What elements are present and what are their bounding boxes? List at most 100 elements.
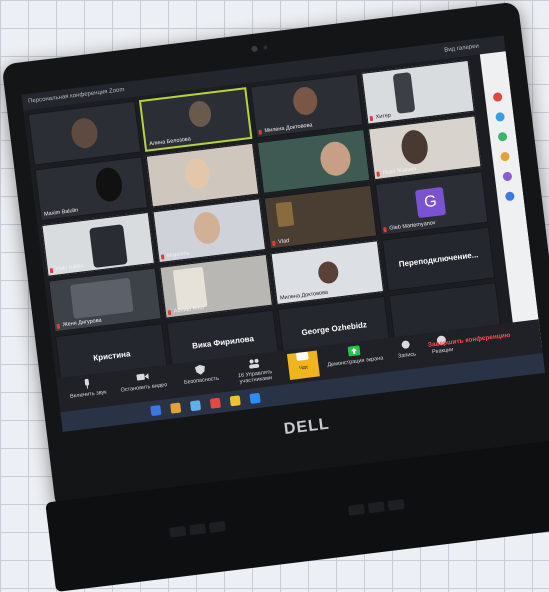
app-icon[interactable]	[495, 111, 506, 122]
mic-muted-icon	[49, 268, 54, 274]
stop-video-button[interactable]: Остановить видео	[116, 369, 170, 394]
participant-video	[187, 99, 213, 129]
participant-name: Марсель	[166, 250, 190, 259]
participant-video	[399, 128, 430, 166]
mic-muted-icon	[376, 171, 380, 177]
app-icon[interactable]	[502, 171, 513, 182]
participant-video	[69, 116, 100, 150]
participant-name: Женя Дигурова	[62, 317, 102, 329]
stop-video-label: Остановить видео	[120, 381, 168, 394]
participant-name: George Ozhebidz	[300, 319, 368, 337]
participant-name: Gleb Martemyanov	[389, 220, 436, 232]
share-screen-button[interactable]: Демонстрация экрана	[323, 342, 387, 368]
laptop: Персональная конференция Zoom Вид галере…	[0, 0, 549, 592]
app-icon[interactable]	[497, 131, 508, 142]
participant-tile[interactable]: Милена Доктовова	[250, 73, 364, 139]
mic-muted-icon	[383, 227, 387, 233]
participants-icon	[249, 358, 260, 369]
participant-tile[interactable]	[256, 129, 371, 194]
record-button[interactable]: Запись	[390, 338, 422, 361]
app-icon[interactable]	[209, 397, 221, 409]
security-label: Безопасность	[183, 375, 220, 386]
keyboard-key	[169, 525, 187, 538]
unmute-button[interactable]: Включить звук	[61, 376, 115, 401]
laptop-screen: Персональная конференция Zoom Вид галере…	[21, 35, 546, 433]
participant-tile[interactable]	[145, 142, 260, 208]
folder-icon[interactable]	[170, 402, 182, 414]
keyboard-key	[347, 503, 365, 516]
participant-tile[interactable]: Hala Nikitin	[41, 211, 155, 277]
participant-tile[interactable]: Лера Жакова	[368, 115, 482, 181]
microphone-icon	[84, 378, 90, 389]
participant-tile[interactable]: Женя Дигурова	[48, 267, 162, 333]
security-button[interactable]: Безопасность	[174, 362, 228, 387]
participant-tile[interactable]: Переподключение...	[381, 226, 496, 292]
chrome-icon[interactable]	[229, 395, 241, 407]
participant-tile[interactable]: G Gleb Martemyanov	[374, 170, 489, 236]
wall-picture	[275, 201, 295, 228]
participant-tile-active[interactable]: Алина Белозова	[138, 87, 253, 152]
gallery-view-button[interactable]: Вид галереи	[443, 39, 479, 59]
mic-muted-icon	[258, 129, 262, 135]
reactions-label: Реакции	[431, 346, 454, 356]
share-screen-icon	[347, 345, 361, 357]
keyboard-key	[367, 501, 385, 514]
app-icon[interactable]	[499, 151, 511, 162]
participant-video	[392, 71, 416, 114]
participant-video	[317, 260, 340, 285]
webcam	[251, 45, 258, 53]
participant-tile[interactable]	[27, 100, 142, 166]
mail-icon[interactable]	[189, 400, 202, 412]
participant-name: Лера Жакова	[382, 166, 417, 177]
participant-video	[291, 85, 319, 117]
chat-button[interactable]: Чат	[286, 350, 320, 380]
manage-participants-button[interactable]: 16 Управлять участниками	[223, 355, 286, 387]
participant-name: Maxim Balulin	[43, 207, 79, 218]
participant-name: Vlad	[277, 238, 290, 246]
participant-video	[89, 224, 128, 269]
video-gallery: Алина Белозова Милена Доктовова Хитер Ma…	[27, 59, 505, 388]
participant-video	[93, 166, 124, 204]
mic-muted-icon	[272, 240, 276, 247]
dell-logo: DELL	[283, 415, 331, 438]
mic-muted-icon	[56, 323, 61, 329]
participant-name: Алина Белозова	[148, 136, 192, 148]
zoom-icon[interactable]	[249, 392, 261, 404]
participant-video	[192, 210, 222, 246]
participant-tile[interactable]: Maxim Balulin	[34, 156, 149, 222]
participant-avatar: G	[414, 186, 447, 219]
participant-name: Вика Фирилова	[191, 333, 255, 351]
participant-name: Переподключение...	[398, 249, 479, 269]
participant-video	[172, 266, 208, 311]
mic-muted-icon	[167, 309, 172, 316]
participant-tile[interactable]: Vlad	[263, 184, 378, 250]
participant-video	[69, 277, 134, 319]
participant-tile[interactable]: Аблиш Artur	[159, 253, 273, 319]
laptop-lid: Персональная конференция Zoom Вид галере…	[1, 1, 549, 512]
mic-muted-icon	[369, 115, 374, 122]
edge-icon[interactable]	[150, 404, 162, 417]
shield-icon	[194, 364, 205, 375]
record-icon	[401, 340, 410, 349]
participant-video	[183, 157, 212, 191]
app-icon[interactable]	[504, 191, 515, 202]
app-icon[interactable]	[492, 92, 503, 103]
share-screen-label: Демонстрация экрана	[327, 355, 384, 369]
participant-tile[interactable]: Хитер	[361, 59, 475, 125]
participant-video	[318, 140, 353, 178]
unmute-label: Включить звук	[69, 389, 107, 400]
record-label: Запись	[397, 351, 417, 360]
participant-tile[interactable]: Марсель	[152, 198, 267, 264]
participant-name: Милена Доктовова	[279, 289, 329, 302]
keyboard-key	[208, 520, 227, 533]
chat-bubble-icon	[296, 351, 309, 361]
webcam-sensor	[263, 45, 268, 50]
participant-name: Hala Nikitin	[55, 263, 84, 273]
keyboard-key	[387, 499, 405, 511]
participant-tile[interactable]: Милена Доктовова	[270, 240, 385, 306]
participant-name: Милена Доктовова	[264, 122, 313, 135]
chat-label: Чат	[298, 364, 309, 372]
manage-participants-label: Управлять участниками	[239, 369, 273, 386]
video-camera-icon	[136, 373, 149, 381]
mic-muted-icon	[160, 254, 165, 260]
